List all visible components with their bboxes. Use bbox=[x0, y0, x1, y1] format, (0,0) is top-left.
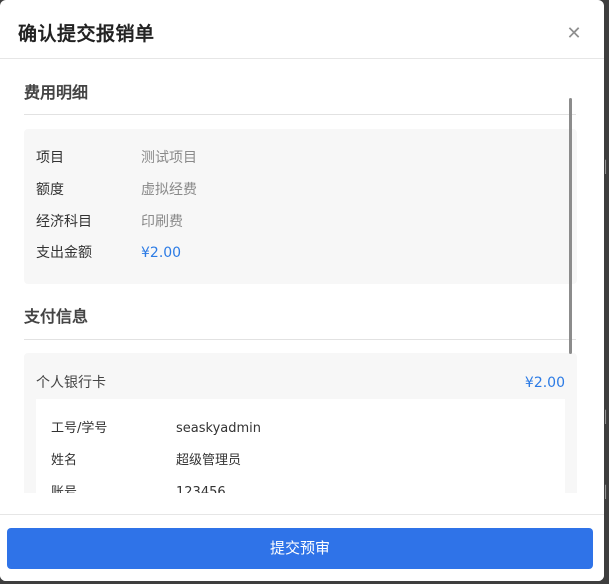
account-value: 123456 bbox=[176, 485, 226, 493]
confirm-reimbursement-dialog: 确认提交报销单 ✕ 费用明细 项目 测试项目 额度 虚拟经费 经济科目 印刷费 … bbox=[0, 0, 604, 581]
detail-label: 工号/学号 bbox=[51, 421, 108, 436]
expense-amount-value: ¥2.00 bbox=[141, 245, 182, 261]
detail-label: 支出金额 bbox=[36, 245, 92, 261]
staff-id-value: seaskyadmin bbox=[176, 421, 262, 436]
dialog-footer: 提交预审 bbox=[0, 514, 604, 581]
dialog-content[interactable]: 费用明细 项目 测试项目 额度 虚拟经费 经济科目 印刷费 支出金额 ¥2.00… bbox=[0, 59, 604, 493]
submit-preaudit-button[interactable]: 提交预审 bbox=[7, 528, 593, 569]
bank-card-box: 个人银行卡 ¥2.00 工号/学号 seaskyadmin 姓名 超级管理员 账… bbox=[24, 353, 577, 493]
expense-section-title: 费用明细 bbox=[24, 83, 89, 102]
dialog-header: 确认提交报销单 ✕ bbox=[0, 0, 604, 59]
detail-label: 项目 bbox=[36, 150, 64, 166]
dialog-title: 确认提交报销单 bbox=[18, 23, 155, 45]
bank-card-title: 个人银行卡 bbox=[36, 375, 106, 391]
bank-card-details: 工号/学号 seaskyadmin 姓名 超级管理员 账号 123456 bbox=[36, 399, 565, 493]
detail-label: 经济科目 bbox=[36, 214, 92, 230]
bank-card-amount: ¥2.00 bbox=[524, 375, 565, 391]
quota-value: 虚拟经费 bbox=[141, 182, 197, 198]
detail-label: 账号 bbox=[51, 485, 78, 493]
project-value: 测试项目 bbox=[141, 150, 197, 166]
name-value: 超级管理员 bbox=[176, 453, 242, 468]
section-divider bbox=[24, 114, 576, 115]
economic-subject-value: 印刷费 bbox=[141, 214, 183, 230]
payment-section-title: 支付信息 bbox=[24, 307, 89, 326]
expense-details-box: 项目 测试项目 额度 虚拟经费 经济科目 印刷费 支出金额 ¥2.00 bbox=[24, 129, 577, 284]
detail-label: 姓名 bbox=[51, 453, 78, 468]
section-divider bbox=[24, 339, 576, 340]
detail-label: 额度 bbox=[36, 182, 64, 198]
content-scrollbar[interactable] bbox=[569, 98, 572, 354]
close-icon[interactable]: ✕ bbox=[564, 24, 584, 44]
